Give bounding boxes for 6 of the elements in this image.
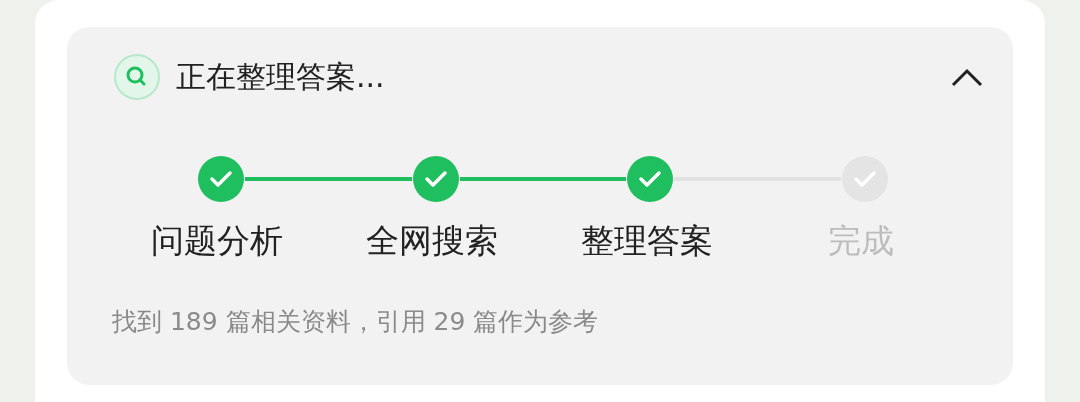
search-icon bbox=[112, 52, 162, 102]
step-label: 问题分析 bbox=[151, 220, 284, 262]
step-label: 整理答案 bbox=[580, 220, 713, 262]
step-label: 全网搜索 bbox=[366, 220, 499, 262]
summary-text: 找到 189 篇相关资料，引用 29 篇作为参考 bbox=[112, 306, 600, 338]
status-title: 正在整理答案... bbox=[176, 57, 386, 96]
